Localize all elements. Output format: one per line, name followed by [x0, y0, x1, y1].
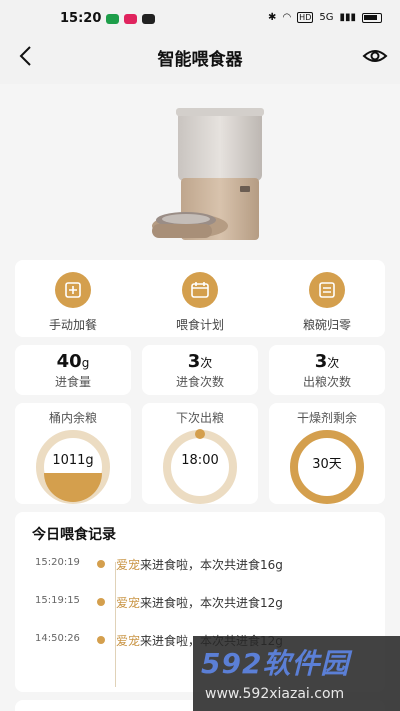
network-label: 5G — [319, 12, 334, 23]
record-time: 15:20:19 — [35, 557, 80, 568]
intake-amount-value: 40 — [56, 351, 82, 372]
add-meal-icon — [55, 272, 91, 308]
signal-icon: ▮▮▮ — [339, 12, 356, 23]
intake-count-label: 进食次数 — [175, 375, 224, 389]
watermark: 592软件园 www.592xiazai.com — [193, 636, 400, 711]
record-pet: 爱宠 — [116, 596, 141, 610]
hd-icon: HD — [297, 12, 314, 23]
desiccant-card[interactable]: 干燥剂剩余 30天 — [269, 403, 385, 504]
intake-count-unit: 次 — [200, 356, 213, 370]
dispense-count-label: 出粮次数 — [302, 375, 351, 389]
dispense-count-unit: 次 — [327, 356, 340, 370]
page-title: 智能喂食器 — [157, 50, 243, 70]
video-app-icon — [124, 14, 137, 24]
record-item: 15:19:15 爱宠来进食啦，本次共进食12g — [15, 592, 385, 612]
intake-amount-unit: g — [81, 356, 90, 370]
next-dispense-value: 18:00 — [181, 453, 219, 468]
feeding-plan-label: 喂食计划 — [175, 318, 224, 332]
record-pet: 爱宠 — [116, 558, 141, 572]
record-text: 来进食啦，本次共进食12g — [140, 596, 283, 610]
app-notification-icon — [106, 14, 119, 24]
intake-amount-label: 进食量 — [54, 375, 91, 389]
timeline-dot — [97, 636, 105, 644]
intake-count-card: 3次 进食次数 — [142, 345, 258, 395]
bowl-reset-icon — [309, 272, 345, 308]
remaining-food-value: 1011g — [52, 453, 94, 468]
feeding-plan-button[interactable]: 喂食计划 — [145, 272, 255, 333]
bowl-reset-label: 粮碗归零 — [302, 318, 351, 332]
timeline-line — [115, 562, 116, 687]
watermark-url: www.592xiazai.com — [205, 686, 345, 702]
timeline-dot — [97, 560, 105, 568]
wifi-icon: ◠ — [282, 12, 292, 23]
dispense-count-card: 3次 出粮次数 — [269, 345, 385, 395]
next-dispense-label: 下次出粮 — [175, 411, 224, 425]
bowl-reset-button[interactable]: 粮碗归零 — [272, 272, 382, 333]
record-pet: 爱宠 — [116, 634, 141, 648]
desiccant-label: 干燥剂剩余 — [296, 411, 357, 425]
manual-feed-label: 手动加餐 — [48, 318, 97, 332]
calendar-icon — [182, 272, 218, 308]
timeline-dot — [97, 598, 105, 606]
quick-actions-card: 手动加餐 喂食计划 粮碗归零 — [15, 260, 385, 337]
dispense-count-value: 3 — [314, 351, 328, 372]
record-text: 来进食啦，本次共进食16g — [140, 558, 283, 572]
status-bar: 15:20 ✱ ◠ HD 5G ▮▮▮ — [0, 0, 400, 38]
record-item: 15:20:19 爱宠来进食啦，本次共进食16g — [15, 554, 385, 574]
status-icons: ✱ ◠ HD 5G ▮▮▮ — [268, 12, 382, 23]
message-app-icon — [142, 14, 155, 24]
remaining-food-card[interactable]: 桶内余粮 1011g — [15, 403, 131, 504]
nav-bar: 智能喂食器 — [0, 38, 400, 84]
battery-icon — [362, 12, 382, 23]
bluetooth-icon: ✱ — [268, 12, 277, 23]
eye-icon[interactable] — [362, 43, 388, 69]
manual-feed-button[interactable]: 手动加餐 — [18, 272, 128, 333]
record-time: 15:19:15 — [35, 595, 80, 606]
remaining-food-label: 桶内余粮 — [48, 411, 97, 425]
next-dispense-card[interactable]: 下次出粮 18:00 — [142, 403, 258, 504]
feeder-product-image — [152, 108, 264, 240]
record-time: 14:50:26 — [35, 633, 80, 644]
watermark-brand: 592软件园 — [201, 647, 350, 680]
intake-count-value: 3 — [187, 351, 201, 372]
status-time: 15:20 — [60, 11, 102, 26]
records-heading: 今日喂食记录 — [32, 527, 116, 543]
desiccant-value: 30天 — [312, 457, 342, 472]
intake-amount-card: 40g 进食量 — [15, 345, 131, 395]
